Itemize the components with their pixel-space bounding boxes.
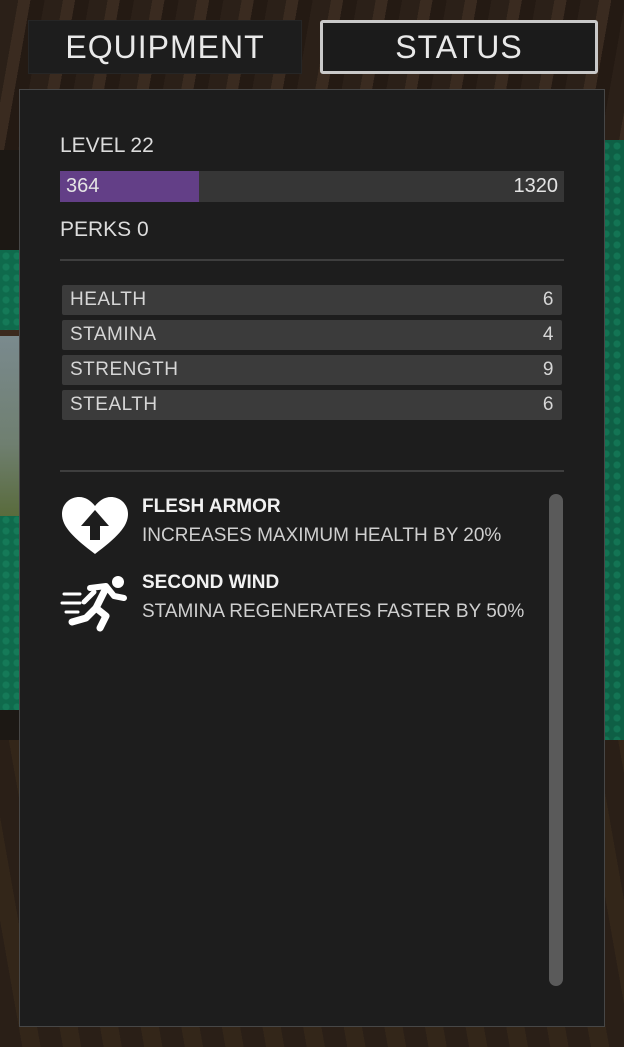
tab-status[interactable]: STATUS xyxy=(320,20,598,74)
perks-scrollbar[interactable] xyxy=(549,494,563,986)
stat-name: STAMINA xyxy=(70,324,157,345)
stat-row-health[interactable]: HEALTH 6 xyxy=(62,285,562,315)
stat-row-stealth[interactable]: STEALTH 6 xyxy=(62,390,562,420)
status-panel: LEVEL 22 364 1320 PERKS 0 HEALTH 6 STAMI… xyxy=(19,89,605,1027)
stat-row-strength[interactable]: STRENGTH 9 xyxy=(62,355,562,385)
xp-progress-bar: 364 1320 xyxy=(60,171,564,202)
divider xyxy=(60,470,564,472)
running-man-icon xyxy=(60,576,127,632)
perk-name: SECOND WIND xyxy=(142,572,280,593)
stat-name: STRENGTH xyxy=(70,359,179,380)
stat-value: 6 xyxy=(542,394,554,415)
level-label: LEVEL 22 xyxy=(60,134,154,157)
xp-max-value: 1320 xyxy=(513,175,559,197)
stat-row-stamina[interactable]: STAMINA 4 xyxy=(62,320,562,350)
perks-list: FLESH ARMOR INCREASES MAXIMUM HEALTH BY … xyxy=(60,492,540,644)
stat-value: 9 xyxy=(542,359,554,380)
heart-up-icon xyxy=(62,497,128,554)
stat-name: STEALTH xyxy=(70,394,158,415)
stat-value: 6 xyxy=(542,289,554,310)
perk-item-second-wind[interactable]: SECOND WIND STAMINA REGENERATES FASTER B… xyxy=(60,568,540,644)
stat-value: 4 xyxy=(542,324,554,345)
perk-points-label: PERKS 0 xyxy=(60,218,149,241)
stats-list: HEALTH 6 STAMINA 4 STRENGTH 9 STEALTH 6 xyxy=(62,285,562,425)
divider xyxy=(60,259,564,261)
perk-name: FLESH ARMOR xyxy=(142,496,281,517)
perk-item-flesh-armor[interactable]: FLESH ARMOR INCREASES MAXIMUM HEALTH BY … xyxy=(60,492,540,568)
stat-name: HEALTH xyxy=(70,289,147,310)
tab-equipment[interactable]: EQUIPMENT xyxy=(28,20,302,74)
perk-description: STAMINA REGENERATES FASTER BY 50% xyxy=(142,601,525,622)
perk-description: INCREASES MAXIMUM HEALTH BY 20% xyxy=(142,525,502,546)
xp-current-value: 364 xyxy=(66,175,100,197)
